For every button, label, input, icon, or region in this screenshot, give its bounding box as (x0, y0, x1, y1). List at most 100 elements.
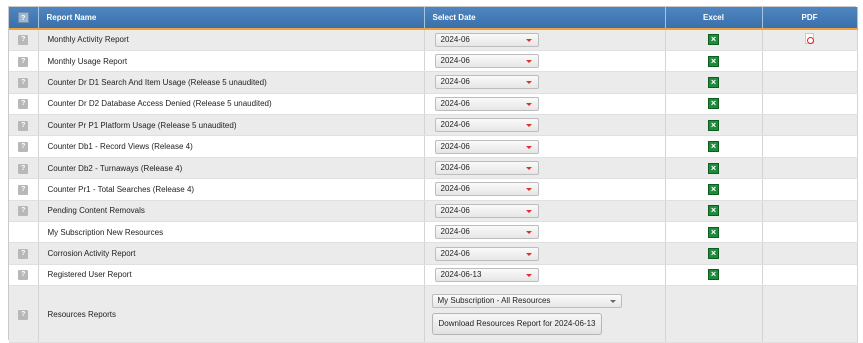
excel-icon[interactable]: × (708, 76, 719, 88)
excel-icon[interactable]: × (708, 141, 719, 153)
dropdown-arrow-icon (525, 209, 532, 213)
help-cell: ? (9, 135, 39, 158)
help-icon[interactable]: ? (18, 163, 29, 174)
dropdown-arrow-icon (525, 81, 532, 85)
excel-cell (665, 285, 763, 343)
date-select-value: 2024-06 (440, 56, 470, 66)
excel-cell: × (665, 29, 763, 51)
excel-cell: × (665, 71, 763, 94)
select-date-header: Select Date (424, 7, 666, 30)
date-select[interactable]: 2024-06 (434, 54, 539, 69)
excel-icon[interactable]: × (708, 98, 719, 110)
pdf-icon[interactable] (805, 33, 814, 45)
excel-header: Excel (665, 7, 763, 30)
pdf-cell (762, 285, 858, 343)
help-icon[interactable]: ? (18, 35, 29, 46)
excel-icon[interactable]: × (708, 205, 719, 217)
date-cell: 2024-06 (424, 114, 666, 137)
help-icon[interactable]: ? (18, 99, 29, 110)
excel-icon[interactable]: × (708, 248, 719, 260)
date-select[interactable]: 2024-06 (434, 118, 539, 133)
report-name: Counter Dr D1 Search And Item Usage (Rel… (38, 71, 425, 94)
resources-controls: My Subscription - All Resources Download … (424, 285, 666, 343)
report-name: Pending Content Removals (38, 200, 425, 223)
help-cell: ? (9, 264, 39, 287)
date-select[interactable]: 2024-06 (434, 246, 539, 261)
report-name: My Subscription New Resources (38, 221, 425, 244)
dropdown-arrow-icon (609, 299, 616, 303)
help-icon[interactable]: ? (18, 142, 29, 153)
date-select-value: 2024-06 (440, 227, 470, 237)
pdf-cell (762, 264, 858, 287)
excel-icon[interactable]: × (708, 55, 719, 67)
excel-cell: × (665, 200, 763, 223)
help-icon[interactable]: ? (18, 249, 29, 260)
date-cell: 2024-06 (424, 135, 666, 158)
date-select-value: 2024-06 (440, 205, 470, 215)
date-select[interactable]: 2024-06 (434, 139, 539, 154)
excel-icon[interactable]: × (708, 183, 719, 195)
report-name: Counter Db2 - Turnaways (Release 4) (38, 157, 425, 180)
dropdown-arrow-icon (525, 188, 532, 192)
pdf-cell (762, 71, 858, 94)
date-select[interactable]: 2024-06 (434, 75, 539, 90)
date-select-value: 2024-06 (440, 120, 470, 130)
help-icon[interactable]: ? (18, 77, 29, 88)
date-select-value: 2024-06 (440, 77, 470, 87)
download-resources-button[interactable]: Download Resources Report for 2024-06-13 (431, 312, 603, 335)
help-cell (9, 221, 39, 244)
help-cell: ? (9, 71, 39, 94)
report-name: Registered User Report (38, 264, 425, 287)
report-name: Counter Pr P1 Platform Usage (Release 5 … (38, 114, 425, 137)
help-icon[interactable]: ? (18, 120, 29, 131)
date-select[interactable]: 2024-06 (434, 182, 539, 197)
resources-select[interactable]: My Subscription - All Resources (431, 293, 622, 308)
excel-cell: × (665, 264, 763, 287)
excel-cell: × (665, 242, 763, 265)
excel-icon[interactable]: × (708, 34, 719, 46)
date-cell: 2024-06-13 (424, 264, 666, 287)
excel-icon[interactable]: × (708, 269, 719, 281)
excel-icon[interactable]: × (708, 119, 719, 131)
pdf-cell (762, 221, 858, 244)
help-icon[interactable]: ? (18, 56, 29, 67)
table-row: ? Monthly Usage Report 2024-06 × (9, 50, 858, 73)
date-select[interactable]: 2024-06 (434, 225, 539, 240)
pdf-cell (762, 114, 858, 137)
date-select[interactable]: 2024-06 (434, 203, 539, 218)
reports-table: ? Report Name Select Date Excel PDF ? Mon… (9, 7, 858, 343)
date-select[interactable]: 2024-06 (434, 32, 539, 47)
date-select-value: 2024-06 (440, 248, 470, 258)
excel-icon[interactable]: × (708, 226, 719, 238)
excel-cell: × (665, 50, 763, 73)
date-select-value: 2024-06 (440, 98, 470, 108)
help-icon[interactable]: ? (18, 309, 29, 320)
help-cell: ? (9, 29, 39, 51)
table-row: ? Counter Pr P1 Platform Usage (Release 5… (9, 114, 858, 137)
date-select[interactable]: 2024-06 (434, 96, 539, 111)
excel-icon[interactable]: × (708, 162, 719, 174)
pdf-cell (762, 50, 858, 73)
date-cell: 2024-06 (424, 29, 666, 51)
help-icon[interactable]: ? (18, 270, 29, 281)
report-name: Corrosion Activity Report (38, 242, 425, 265)
date-cell: 2024-06 (424, 178, 666, 201)
table-row: ? Counter Dr D1 Search And Item Usage (Re… (9, 71, 858, 94)
help-icon[interactable]: ? (18, 206, 29, 217)
help-cell: ? (9, 242, 39, 265)
report-name: Counter Db1 - Record Views (Release 4) (38, 135, 425, 158)
date-select-value: 2024-06 (440, 163, 470, 173)
date-cell: 2024-06 (424, 200, 666, 223)
pdf-cell (762, 200, 858, 223)
help-icon[interactable]: ? (18, 184, 29, 195)
date-select[interactable]: 2024-06 (434, 161, 539, 176)
pdf-cell (762, 178, 858, 201)
date-select[interactable]: 2024-06-13 (434, 267, 539, 282)
table-row: My Subscription New Resources 2024-06 × (9, 221, 858, 244)
dropdown-arrow-icon (525, 252, 532, 256)
excel-cell: × (665, 221, 763, 244)
report-name: Monthly Activity Report (38, 29, 425, 51)
excel-cell: × (665, 135, 763, 158)
table-row: ? Counter Db2 - Turnaways (Release 4) 2024… (9, 157, 858, 180)
help-icon[interactable]: ? (17, 12, 29, 23)
